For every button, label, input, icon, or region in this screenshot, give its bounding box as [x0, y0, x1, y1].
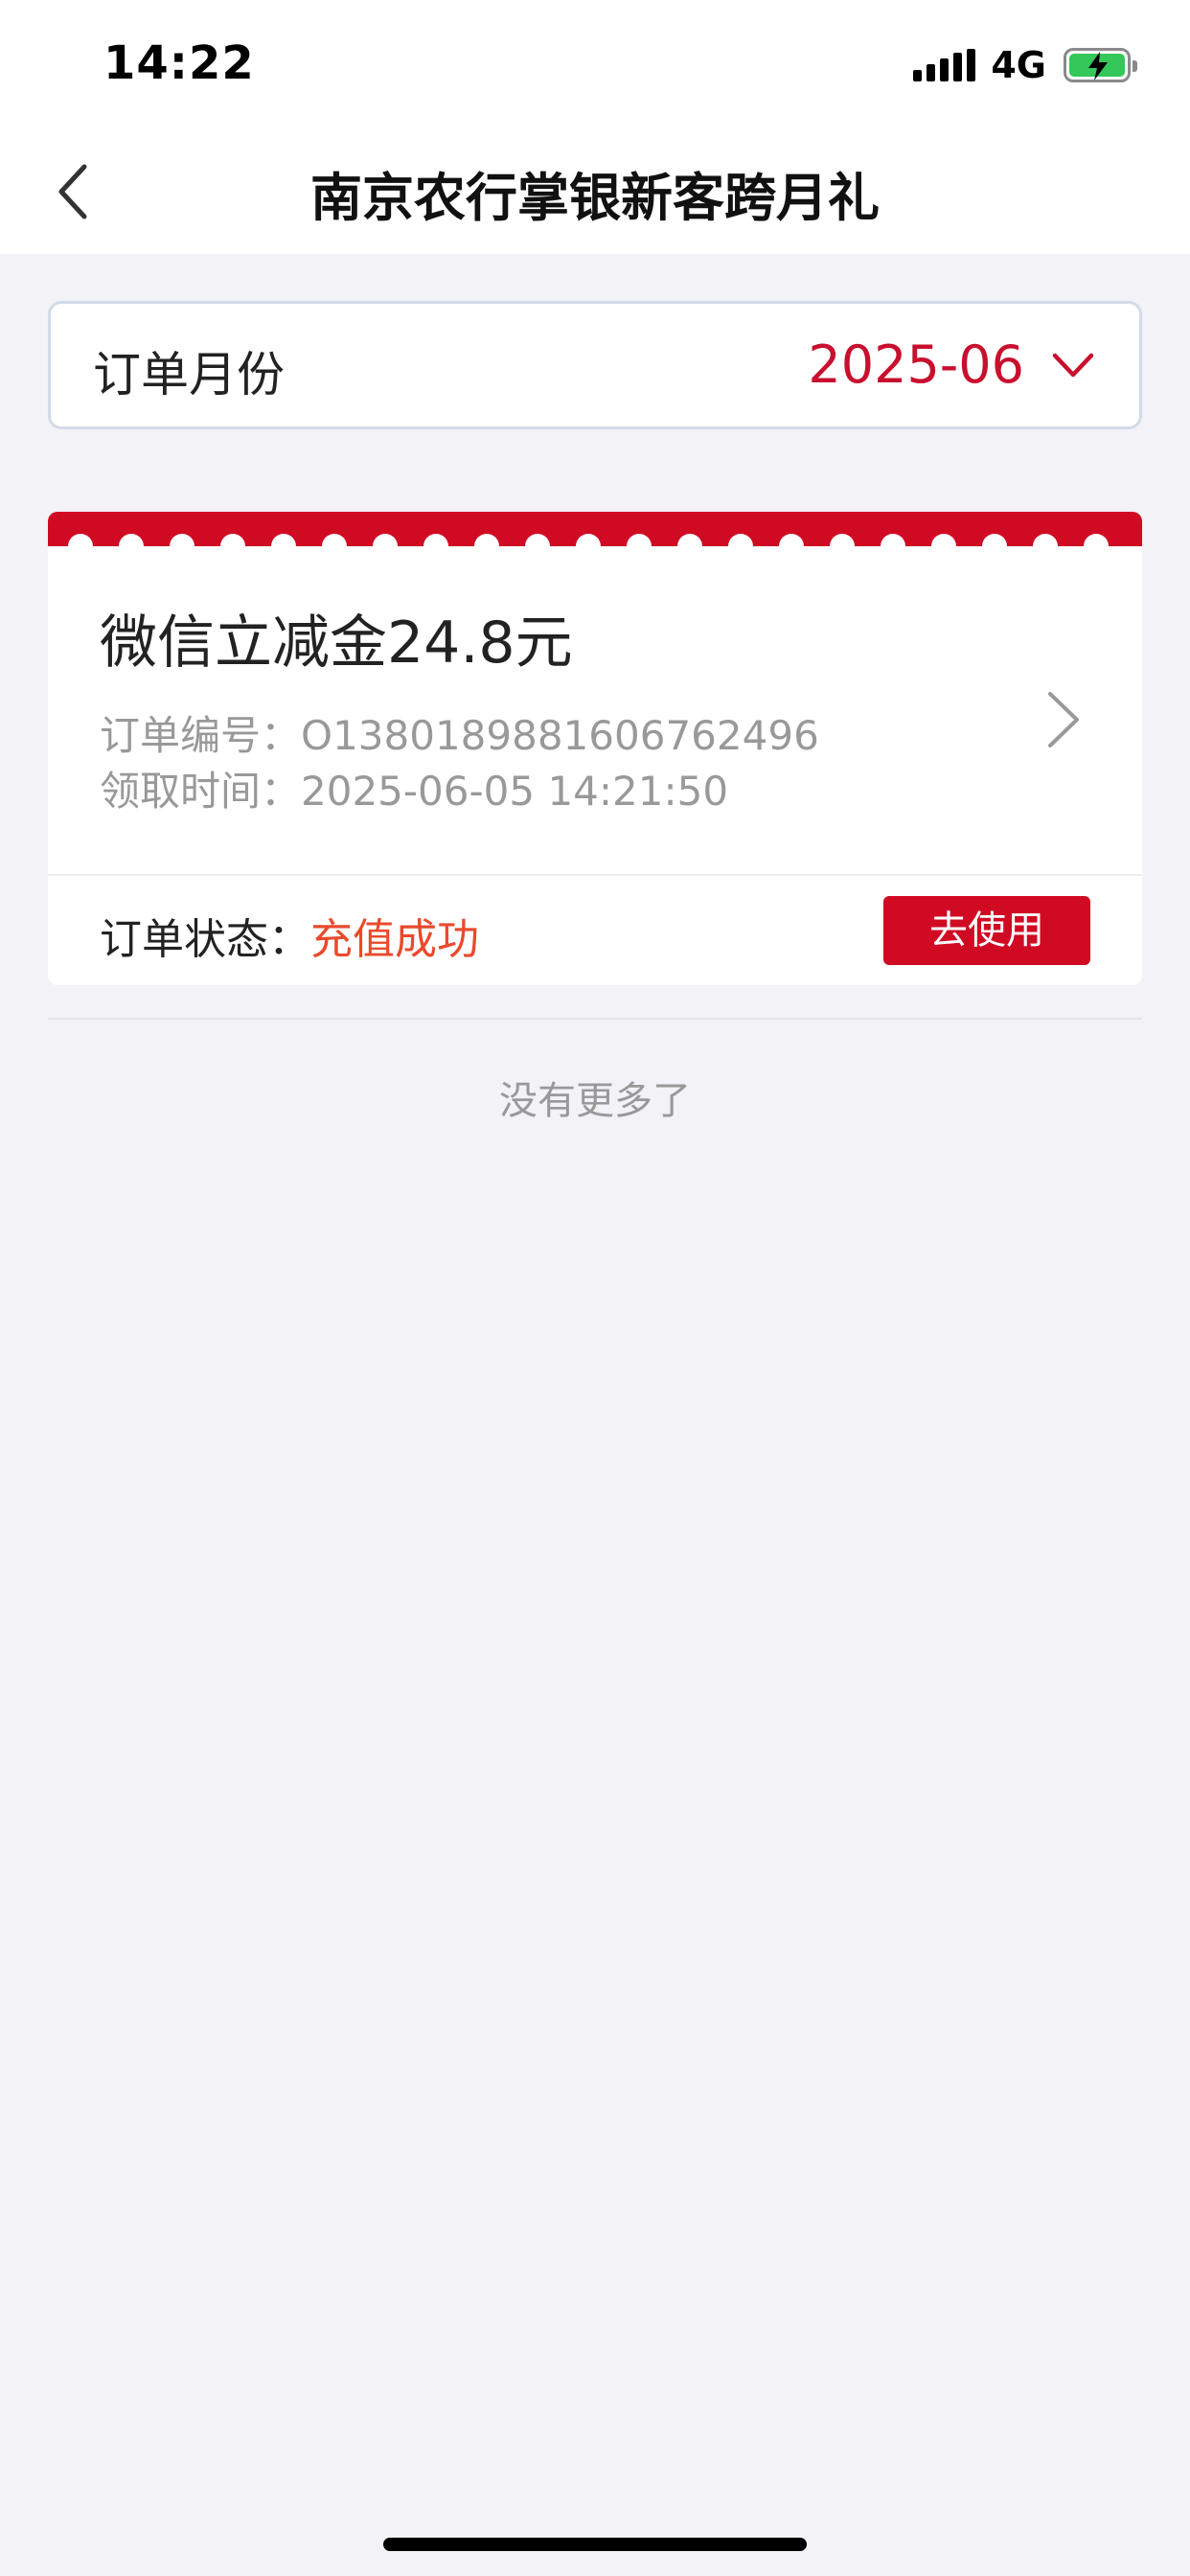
chevron-right-icon[interactable]: [1042, 688, 1085, 751]
month-value: 2025-06: [808, 334, 1024, 395]
claim-time-value: 2025-06-05 14:21:50: [301, 768, 729, 815]
claim-time-row: 领取时间：2025-06-05 14:21:50: [100, 759, 728, 817]
month-selector[interactable]: 订单月份 2025-06: [48, 301, 1142, 429]
card-divider: [48, 874, 1142, 876]
use-button[interactable]: 去使用: [883, 896, 1090, 965]
order-status-value: 充值成功: [310, 915, 479, 964]
status-indicators: 4G: [913, 44, 1137, 86]
chevron-down-icon: [1052, 353, 1094, 378]
nav-header: 南京农行掌银新客跨月礼: [0, 125, 1190, 254]
month-label: 订单月份: [93, 347, 285, 402]
page-title: 南京农行掌银新客跨月礼: [310, 168, 880, 228]
ticket-scallop-decoration: [48, 534, 1142, 569]
order-number-label: 订单编号：: [100, 712, 302, 759]
signal-icon: [913, 49, 976, 81]
order-status-row: 订单状态：充值成功: [100, 905, 479, 966]
status-time: 14:22: [103, 36, 255, 90]
order-card[interactable]: 微信立减金24.8元 订单编号：O1380189881606762496 领取时…: [48, 512, 1142, 985]
claim-time-label: 领取时间：: [100, 768, 302, 815]
list-divider: [48, 1018, 1142, 1020]
list-end-text: 没有更多了: [499, 1079, 691, 1123]
battery-icon: [1064, 48, 1137, 82]
status-bar: 14:22 4G: [0, 0, 1190, 125]
charging-bolt-icon: [1088, 52, 1108, 80]
order-title: 微信立减金24.8元: [100, 610, 573, 677]
order-number-value: O1380189881606762496: [301, 712, 819, 759]
order-status-label: 订单状态：: [100, 915, 310, 964]
home-indicator[interactable]: [383, 2538, 807, 2551]
order-number-row: 订单编号：O1380189881606762496: [100, 703, 819, 762]
network-type: 4G: [991, 44, 1046, 86]
